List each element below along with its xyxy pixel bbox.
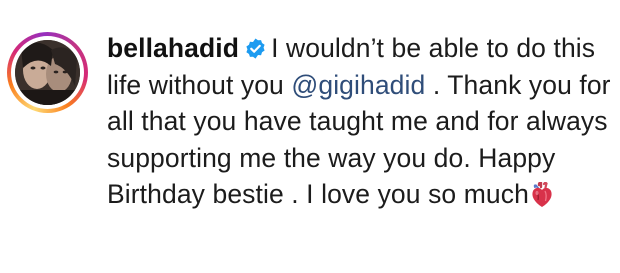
comment: bellahadid I wouldn’t be able to do this … xyxy=(0,0,620,273)
verified-badge-icon xyxy=(244,33,267,59)
avatar-story-ring[interactable] xyxy=(7,32,88,113)
mention-link[interactable]: @gigihadid xyxy=(291,70,425,100)
avatar[interactable] xyxy=(15,40,80,105)
comment-body: bellahadid I wouldn’t be able to do this … xyxy=(107,30,612,213)
username-link[interactable]: bellahadid xyxy=(107,33,239,63)
avatar-photo-graphic xyxy=(15,40,80,105)
anatomical-heart-icon xyxy=(530,181,554,207)
avatar-gap xyxy=(11,36,84,109)
